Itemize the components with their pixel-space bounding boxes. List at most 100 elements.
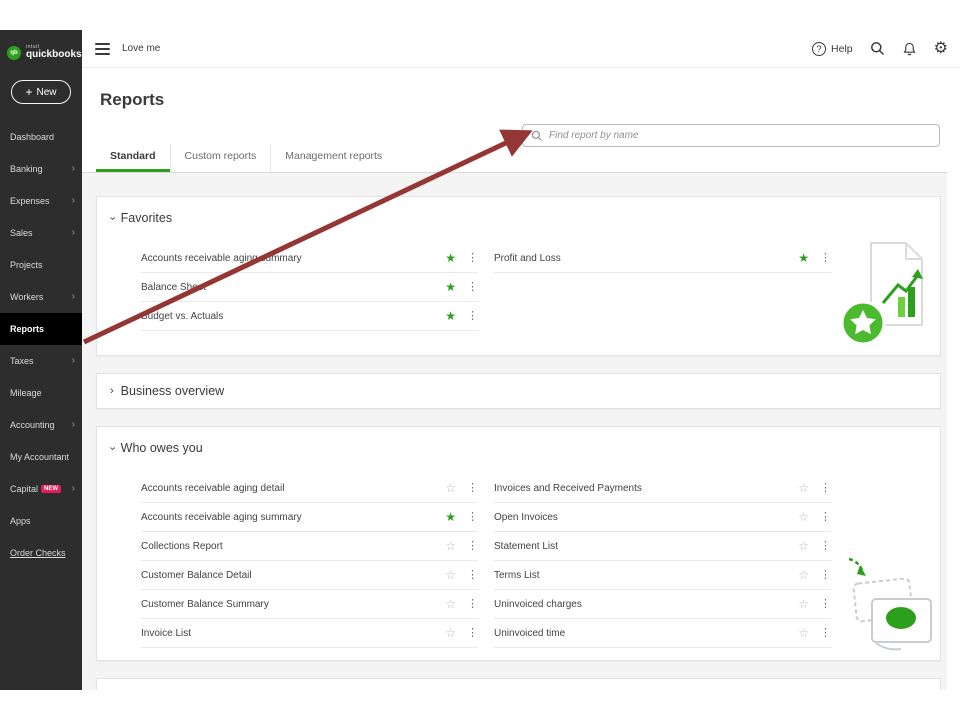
report-link[interactable]: Uninvoiced charges [494,599,798,610]
report-link[interactable]: Accounts receivable aging detail [141,483,445,494]
sidebar-item-label: Expenses [10,196,50,206]
kebab-menu-icon[interactable]: ⋮ [467,599,478,610]
new-button-label: New [37,87,57,98]
notifications-bell-icon[interactable] [902,41,917,57]
settings-gear-icon[interactable]: ⚙ [934,41,948,57]
sidebar-item-my-accountant[interactable]: My Accountant [0,441,82,473]
report-row: Balance Sheet★ ⋮ [141,273,478,302]
favorite-star-outline-icon[interactable]: ☆ [445,540,456,552]
kebab-menu-icon[interactable]: ⋮ [820,628,831,639]
favorite-star-outline-icon[interactable]: ☆ [798,540,809,552]
report-row: Open Invoices☆ ⋮ [494,503,831,532]
favorite-star-outline-icon[interactable]: ☆ [445,569,456,581]
report-link[interactable]: Collections Report [141,541,445,552]
kebab-menu-icon[interactable]: ⋮ [820,570,831,581]
kebab-menu-icon[interactable]: ⋮ [467,541,478,552]
tab-standard[interactable]: Standard [96,144,170,172]
section-toggle-business-overview[interactable]: ›Business overview [110,384,224,398]
report-link[interactable]: Terms List [494,570,798,581]
sidebar-item-banking[interactable]: Banking› [0,153,82,185]
brand-text: intuit quickbooks [26,45,82,60]
sidebar-item-sales[interactable]: Sales› [0,217,82,249]
report-link[interactable]: Statement List [494,541,798,552]
kebab-menu-icon[interactable]: ⋮ [467,311,478,322]
sidebar-item-projects[interactable]: Projects [0,249,82,281]
report-search-box [522,124,940,147]
report-link[interactable]: Accounts receivable aging summary [141,253,445,264]
sidebar-item-label: Apps [10,516,31,526]
kebab-menu-icon[interactable]: ⋮ [467,512,478,523]
tab-label: Standard [110,150,156,162]
sidebar-menu: DashboardBanking›Expenses›Sales›Projects… [0,121,82,569]
sidebar-item-expenses[interactable]: Expenses› [0,185,82,217]
report-tabs: Standard Custom reports Management reports [96,144,396,172]
sidebar-item-label: Workers [10,292,43,302]
kebab-menu-icon[interactable]: ⋮ [467,483,478,494]
help-button[interactable]: ? Help [812,42,853,56]
report-row: Accounts receivable aging summary★ ⋮ [141,503,478,532]
kebab-menu-icon[interactable]: ⋮ [820,512,831,523]
section-toggle-who-owes-you[interactable]: ›Who owes you [110,441,203,455]
sidebar-item-capital[interactable]: CapitalNEW› [0,473,82,505]
favorite-star-outline-icon[interactable]: ☆ [798,482,809,494]
report-link[interactable]: Invoice List [141,628,445,639]
kebab-menu-icon[interactable]: ⋮ [820,253,831,264]
sidebar-item-dashboard[interactable]: Dashboard [0,121,82,153]
kebab-menu-icon[interactable]: ⋮ [467,628,478,639]
kebab-menu-icon[interactable]: ⋮ [467,253,478,264]
favorite-star-filled-icon[interactable]: ★ [445,252,456,264]
plus-icon: + [25,86,32,98]
report-link[interactable]: Profit and Loss [494,253,798,264]
favorite-star-outline-icon[interactable]: ☆ [445,627,456,639]
chevron-right-icon: › [110,386,114,397]
favorite-star-outline-icon[interactable]: ☆ [445,482,456,494]
favorite-star-filled-icon[interactable]: ★ [798,252,809,264]
sidebar-item-accounting[interactable]: Accounting› [0,409,82,441]
report-link[interactable]: Invoices and Received Payments [494,483,798,494]
favorite-star-filled-icon[interactable]: ★ [445,281,456,293]
favorite-star-filled-icon[interactable]: ★ [445,511,456,523]
favorite-star-outline-icon[interactable]: ☆ [798,511,809,523]
tab-custom-reports[interactable]: Custom reports [170,144,271,172]
report-link[interactable]: Customer Balance Detail [141,570,445,581]
sidebar-item-workers[interactable]: Workers› [0,281,82,313]
kebab-menu-icon[interactable]: ⋮ [467,282,478,293]
main-content: Reports Standard Custom reports Management… [82,68,960,690]
page-title: Reports [100,90,164,110]
report-link[interactable]: Customer Balance Summary [141,599,445,610]
report-column-right: Profit and Loss★ ⋮ [494,244,831,331]
hamburger-menu-icon[interactable] [95,43,110,55]
new-button[interactable]: + New [11,80,71,104]
report-section-partial [96,678,941,690]
report-link[interactable]: Open Invoices [494,512,798,523]
sidebar-item-order-checks[interactable]: Order Checks [0,537,82,569]
kebab-menu-icon[interactable]: ⋮ [820,483,831,494]
tab-management-reports[interactable]: Management reports [270,144,396,172]
kebab-menu-icon[interactable]: ⋮ [467,570,478,581]
favorite-star-outline-icon[interactable]: ☆ [445,598,456,610]
report-link[interactable]: Accounts receivable aging summary [141,512,445,523]
sidebar-item-taxes[interactable]: Taxes› [0,345,82,377]
favorite-star-filled-icon[interactable]: ★ [445,310,456,322]
chevron-down-icon: › [106,216,117,220]
favorite-star-outline-icon[interactable]: ☆ [798,627,809,639]
sidebar-item-label: Dashboard [10,132,54,142]
chevron-right-icon: › [72,217,75,249]
favorite-star-outline-icon[interactable]: ☆ [798,569,809,581]
report-link[interactable]: Uninvoiced time [494,628,798,639]
report-link[interactable]: Budget vs. Actuals [141,311,445,322]
sidebar-item-apps[interactable]: Apps [0,505,82,537]
help-label: Help [831,43,853,55]
report-link[interactable]: Balance Sheet [141,282,445,293]
kebab-menu-icon[interactable]: ⋮ [820,541,831,552]
report-row: Profit and Loss★ ⋮ [494,244,831,273]
sidebar-item-reports[interactable]: Reports [0,313,82,345]
find-report-input[interactable] [549,130,931,141]
tab-label: Custom reports [185,150,257,162]
sidebar-item-mileage[interactable]: Mileage [0,377,82,409]
section-toggle-favorites[interactable]: ›Favorites [110,211,172,225]
search-icon[interactable] [870,41,885,56]
favorite-star-outline-icon[interactable]: ☆ [798,598,809,610]
kebab-menu-icon[interactable]: ⋮ [820,599,831,610]
topbar-actions: ? Help ⚙ [812,41,948,57]
